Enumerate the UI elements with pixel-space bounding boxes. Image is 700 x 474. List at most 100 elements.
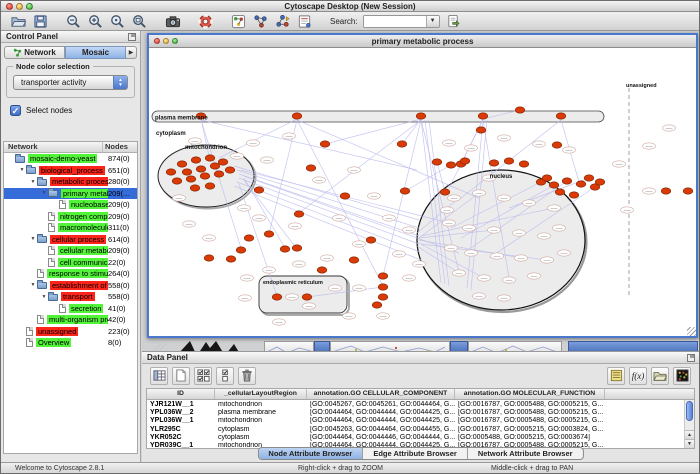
network-node[interactable]	[166, 169, 176, 175]
node-label[interactable]	[463, 225, 476, 231]
table-row[interactable]: YJR121W__1mitochondrion[GO:0045267, GO:0…	[147, 400, 694, 408]
node-label[interactable]	[515, 255, 528, 261]
matrix-view-button[interactable]	[673, 367, 691, 385]
node-label[interactable]	[465, 145, 478, 151]
expand-arrow-icon[interactable]: ▼	[29, 179, 37, 185]
node-label[interactable]	[189, 138, 202, 144]
scroll-up-button[interactable]: ▲	[685, 430, 694, 439]
node-label[interactable]	[498, 295, 511, 301]
network-node[interactable]	[372, 302, 382, 308]
scroll-down-button[interactable]: ▼	[685, 439, 694, 448]
node-label[interactable]	[538, 233, 551, 239]
node-label[interactable]	[293, 261, 306, 267]
network-node[interactable]	[515, 107, 525, 113]
network-node[interactable]	[236, 247, 246, 253]
node-label[interactable]	[478, 275, 491, 281]
tree-row[interactable]: cellular metabol209(0)	[4, 245, 137, 257]
node-label[interactable]	[548, 205, 561, 211]
node-color-dropdown[interactable]: transporter activity ▲▼	[13, 75, 128, 90]
node-label[interactable]	[183, 221, 196, 227]
tree-row[interactable]: macromolecule311(0)	[4, 222, 137, 234]
select-nodes-checkbox[interactable]: ✓	[10, 105, 21, 116]
node-label[interactable]	[383, 215, 396, 221]
attribute-list-button[interactable]	[607, 367, 625, 385]
select-rows-button[interactable]	[194, 367, 212, 385]
network-node[interactable]	[584, 175, 594, 181]
save-button[interactable]	[32, 13, 49, 30]
node-label[interactable]	[173, 195, 186, 201]
node-label[interactable]	[263, 267, 276, 273]
tree-row[interactable]: ▼transport558(0)	[4, 291, 137, 303]
tab-mosaic[interactable]: Mosaic	[65, 46, 126, 59]
annotation-button[interactable]	[296, 13, 313, 30]
network-node[interactable]	[595, 179, 605, 185]
network-node[interactable]	[378, 273, 388, 279]
node-label[interactable]	[643, 188, 656, 194]
network-node[interactable]	[569, 192, 579, 198]
expand-arrow-icon[interactable]: ▼	[18, 167, 26, 173]
node-label[interactable]	[353, 285, 366, 291]
tree-row[interactable]: ▼biological_process651(0)	[4, 165, 137, 177]
network-node[interactable]	[320, 141, 330, 147]
network-node[interactable]	[576, 181, 586, 187]
tree-row[interactable]: ▼establishment of lo558(0)	[4, 280, 137, 292]
node-label[interactable]	[286, 294, 299, 300]
tree-row[interactable]: ▼primary metabolic209(...	[4, 188, 137, 200]
node-label[interactable]	[253, 215, 266, 221]
tab-network-attribute-browser[interactable]: Network Attribute Browser	[467, 448, 583, 459]
network-node[interactable]	[191, 157, 201, 163]
node-label[interactable]	[558, 250, 571, 256]
network-node[interactable]	[186, 176, 196, 182]
table-row[interactable]: YLR295Ccytoplasm[GO:0045263, GO:0044464,…	[147, 425, 694, 433]
network-node[interactable]	[292, 245, 302, 251]
network-node[interactable]	[552, 142, 562, 148]
column-header[interactable]: _cellularLayoutRegion	[215, 389, 307, 399]
node-label[interactable]	[613, 161, 626, 167]
network-node[interactable]	[349, 257, 359, 263]
node-label[interactable]	[441, 207, 454, 213]
network-node[interactable]	[446, 162, 456, 168]
node-label[interactable]	[621, 207, 634, 213]
tab-node-attribute-browser[interactable]: Node Attribute Browser	[258, 448, 362, 459]
network-node[interactable]	[172, 178, 182, 184]
zoom-in-button[interactable]	[87, 13, 104, 30]
tab-edge-attribute-browser[interactable]: Edge Attribute Browser	[362, 448, 466, 459]
column-header[interactable]: annotation.GO CELLULAR_COMPONENT	[307, 389, 455, 399]
network-node[interactable]	[218, 159, 228, 165]
network-node[interactable]	[200, 173, 210, 179]
column-header[interactable]: annotation.GO MOLECULAR_FUNCTION	[455, 389, 605, 399]
node-label[interactable]	[533, 141, 546, 147]
network-node[interactable]	[476, 127, 486, 133]
node-label[interactable]	[238, 205, 251, 211]
network-node[interactable]	[432, 159, 442, 165]
node-label[interactable]	[247, 140, 260, 146]
node-label[interactable]	[448, 195, 461, 201]
node-label[interactable]	[393, 251, 406, 257]
node-label[interactable]	[333, 215, 346, 221]
network-node[interactable]	[280, 246, 290, 252]
network-node[interactable]	[340, 193, 350, 199]
node-label[interactable]	[541, 257, 554, 263]
tree-row[interactable]: nitrogen compou209(0)	[4, 211, 137, 223]
node-label[interactable]	[498, 195, 511, 201]
network-canvas[interactable]: plasma membranecytoplasmmitochondrionnuc…	[149, 48, 696, 336]
node-label[interactable]	[465, 250, 478, 256]
network-node[interactable]	[264, 231, 274, 237]
import-attributes-button[interactable]	[651, 367, 669, 385]
expand-arrow-icon[interactable]: ▼	[29, 236, 37, 242]
tree-row[interactable]: unassigned223(0)	[4, 326, 137, 338]
network-node[interactable]	[205, 155, 215, 161]
tree-row[interactable]: ▼metabolic process280(0)	[4, 176, 137, 188]
node-label[interactable]	[553, 225, 566, 231]
node-label[interactable]	[491, 253, 504, 259]
column-header[interactable]: ID	[147, 389, 215, 399]
network-node[interactable]	[549, 182, 559, 188]
node-label[interactable]	[343, 313, 356, 319]
table-row[interactable]: YPL036W__1mitochondrion[GO:0044464, GO:0…	[147, 417, 694, 425]
tab-overflow-button[interactable]: ▶	[126, 46, 137, 59]
node-label[interactable]	[321, 255, 334, 261]
network-node[interactable]	[562, 178, 572, 184]
node-label[interactable]	[503, 277, 516, 283]
zoom-selected-button[interactable]	[109, 13, 126, 30]
node-label[interactable]	[528, 273, 541, 279]
